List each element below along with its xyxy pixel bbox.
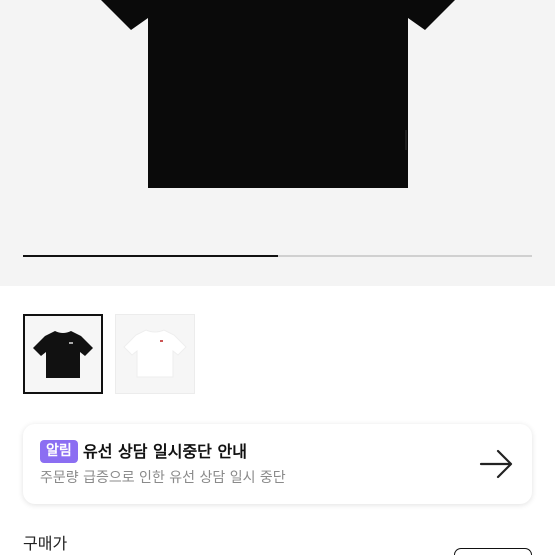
tshirt-body — [101, 0, 455, 188]
black-tshirt-icon — [33, 331, 93, 378]
thumbnail-black-tshirt[interactable] — [23, 314, 103, 394]
notice-banner[interactable]: 알림 유선 상담 일시중단 안내 주문량 급증으로 인한 유선 상담 일시 중단 — [23, 424, 532, 504]
arrow-right-icon[interactable] — [478, 446, 514, 482]
product-image-carousel[interactable] — [0, 0, 555, 286]
thumbnail-list — [23, 314, 195, 394]
thumbnail-white-tshirt[interactable] — [115, 314, 195, 394]
product-image — [101, 0, 455, 188]
notice-title: 유선 상담 일시중단 안내 — [83, 442, 247, 461]
white-tshirt-icon — [123, 329, 187, 378]
notice-badge: 알림 — [40, 440, 78, 463]
carousel-progress-fill — [23, 255, 278, 257]
notice-subtitle: 주문량 급증으로 인한 유선 상담 일시 중단 — [40, 470, 286, 486]
purchase-button[interactable] — [454, 548, 532, 555]
carousel-progress-bar — [23, 255, 532, 257]
price-label: 구매가 — [23, 534, 68, 553]
